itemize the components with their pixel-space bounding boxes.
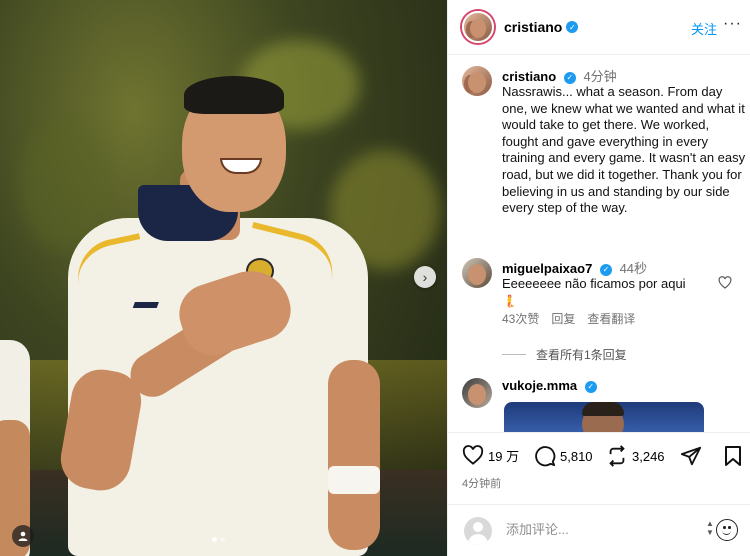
comment-likes[interactable]: 43次赞: [502, 310, 539, 327]
more-options-icon[interactable]: ···: [723, 15, 742, 33]
post-side-panel: cristiano ✓ 关注 ··· cristiano ✓ 4分钟 Nassr…: [447, 0, 750, 556]
caption-text: Nassrawis... what a season. From day one…: [502, 84, 746, 216]
comment-text: Eeeeeeee não ficamos por aqui: [502, 276, 686, 291]
repost-action[interactable]: 3,246: [606, 445, 665, 467]
reply-button[interactable]: 回复: [551, 310, 575, 327]
author-avatar[interactable]: [462, 11, 494, 43]
view-replies-label: 查看所有1条回复: [536, 348, 627, 362]
like-count: 19 万: [488, 448, 520, 464]
comment-time: 44秒: [619, 261, 648, 276]
comment-count: 5,810: [560, 448, 593, 464]
tag-user-icon: [18, 531, 28, 541]
author-username[interactable]: cristiano: [504, 19, 562, 35]
chevron-right-icon: ›: [422, 269, 428, 285]
post-image[interactable]: ›: [0, 0, 447, 556]
verified-icon: ✓: [584, 380, 597, 393]
share-icon: [680, 446, 702, 466]
caption-meta: cristiano ✓ 4分钟: [502, 66, 617, 85]
comment-meta: vukoje.mma ✓: [502, 378, 597, 393]
comment-username[interactable]: miguelpaixao7: [502, 261, 592, 276]
share-action[interactable]: [680, 445, 706, 467]
view-replies-link[interactable]: 查看所有1条回复: [502, 346, 627, 363]
like-action[interactable]: 19 万: [462, 445, 519, 465]
comment-actions: 43次赞 回复 查看翻译: [502, 310, 635, 327]
comment-heart-icon[interactable]: [718, 276, 732, 289]
player-figure: [56, 40, 380, 556]
post-header: cristiano ✓ 关注 ···: [448, 0, 750, 55]
commenter-avatar[interactable]: [462, 258, 492, 288]
verified-icon: ✓: [563, 71, 576, 84]
carousel-dots: [212, 537, 225, 542]
carousel-dot: [212, 537, 217, 542]
caption-username[interactable]: cristiano: [502, 69, 556, 84]
comment-input[interactable]: [506, 522, 686, 537]
follow-button[interactable]: 关注: [691, 19, 717, 38]
comment-action[interactable]: 5,810: [534, 445, 593, 467]
caption-author-avatar[interactable]: [462, 66, 492, 96]
wrist-tape: [328, 466, 380, 494]
repost-count: 3,246: [632, 448, 665, 464]
repost-icon: [609, 445, 625, 467]
divider-line: [502, 354, 526, 355]
bookmark-icon: [725, 446, 741, 466]
tag-user-button[interactable]: [12, 525, 34, 547]
verified-icon: ✓: [566, 21, 579, 33]
comment-meta: miguelpaixao7 ✓ 44秒: [502, 258, 647, 277]
commenter-avatar[interactable]: [462, 378, 492, 408]
post-action-bar: 19 万 5,810 3,246 4分钟前: [448, 432, 750, 512]
comment-emoji: 🧜: [502, 294, 517, 308]
comment-username[interactable]: vukoje.mma: [502, 378, 577, 393]
player-arm: [328, 360, 380, 550]
heart-icon: [462, 445, 484, 465]
player-hair: [184, 76, 284, 114]
caption-time: 4分钟: [583, 69, 617, 84]
comment-icon: [535, 446, 556, 467]
current-user-avatar: [464, 517, 492, 545]
save-action[interactable]: [724, 445, 746, 467]
carousel-next-button[interactable]: ›: [414, 266, 436, 288]
translate-button[interactable]: 查看翻译: [587, 310, 635, 327]
post-timestamp: 4分钟前: [462, 478, 502, 490]
comment-composer: ▲▼: [448, 504, 750, 556]
carousel-dot: [220, 537, 225, 542]
emoji-icon[interactable]: [716, 519, 738, 541]
verified-icon: ✓: [599, 263, 612, 276]
comment-image-preview[interactable]: [504, 402, 704, 432]
scroll-arrows-icon[interactable]: ▲ ▼: [706, 519, 714, 537]
